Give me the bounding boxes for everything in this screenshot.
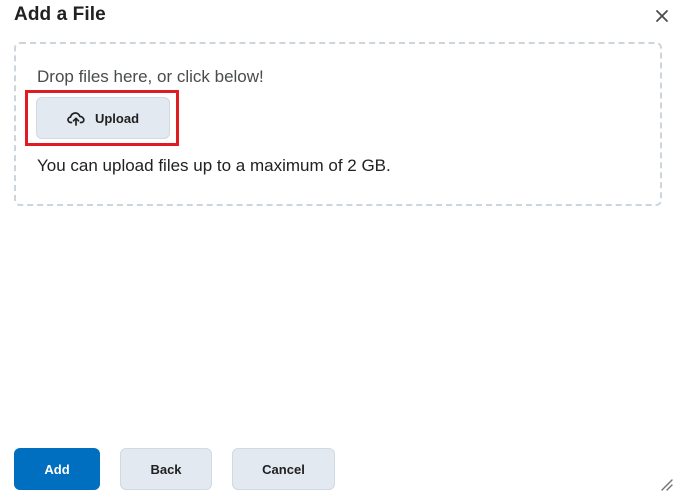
back-button[interactable]: Back: [120, 448, 212, 490]
drop-instruction: Drop files here, or click below!: [37, 67, 264, 86]
upload-button-label: Upload: [94, 110, 140, 126]
upload-button[interactable]: Upload: [36, 97, 170, 139]
close-button[interactable]: [650, 4, 674, 28]
resize-handle[interactable]: [656, 474, 674, 492]
resize-handle-icon: [661, 479, 673, 491]
cancel-button[interactable]: Cancel: [232, 448, 335, 490]
add-button[interactable]: Add: [14, 448, 100, 490]
file-dropzone[interactable]: Drop files here, or click below! Upload …: [14, 42, 662, 206]
close-icon: [656, 10, 668, 22]
cloud-upload-icon: [67, 112, 85, 126]
dialog-title: Add a File: [14, 4, 106, 25]
max-size-note: You can upload files up to a maximum of …: [37, 156, 391, 175]
